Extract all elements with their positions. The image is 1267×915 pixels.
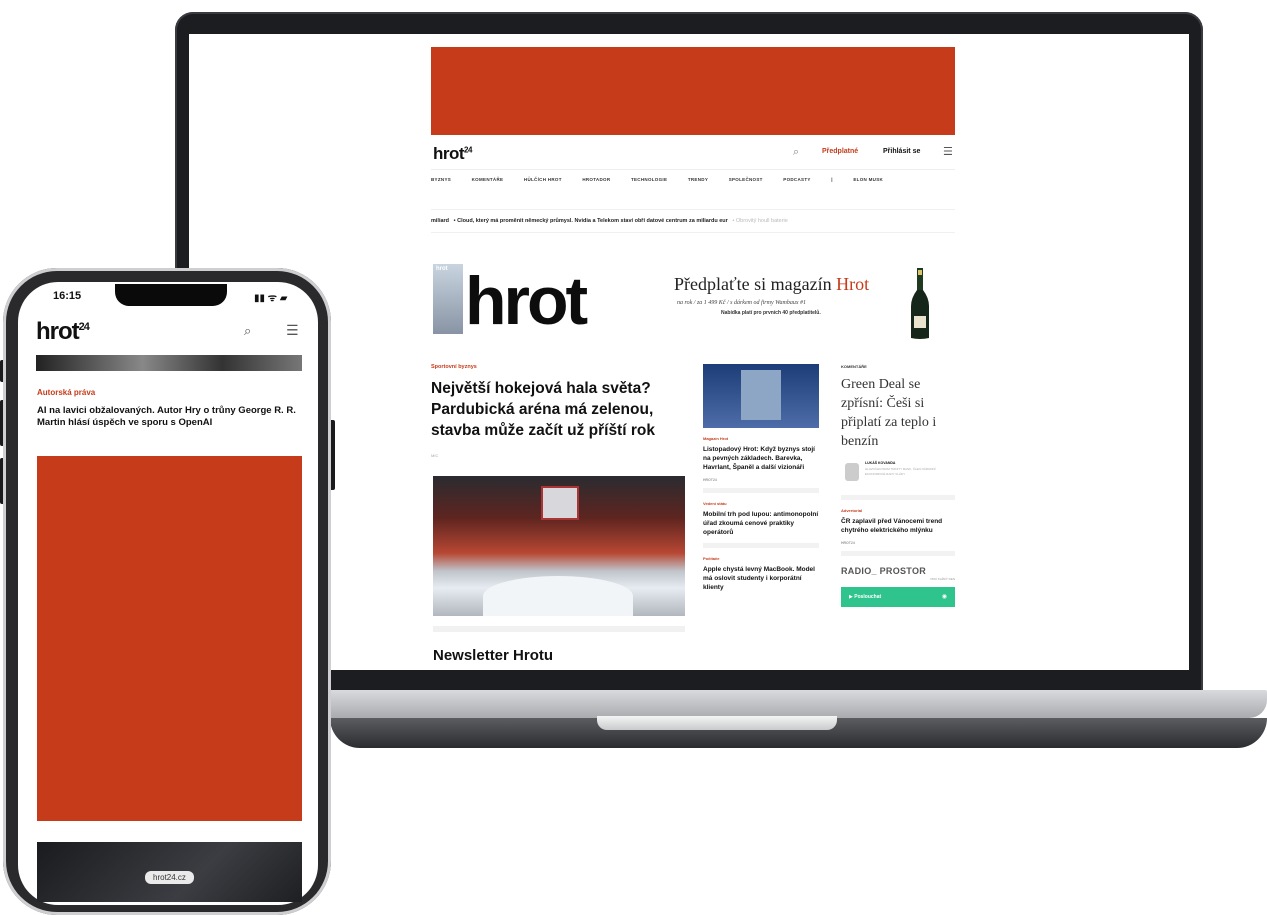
comment-headline[interactable]: Green Deal se zpřísní: Češi si připlatí … (841, 375, 955, 451)
nav-item-trendy[interactable]: TRENDY (688, 177, 708, 182)
nav-item-hulcich-hrot[interactable]: HŮLČÍCH HROT (524, 177, 562, 182)
phone-site-logo[interactable]: hrot24 (36, 318, 90, 346)
site-logo[interactable]: hrot24 (433, 144, 472, 164)
nav-item-technologie[interactable]: TECHNOLOGIE (631, 177, 667, 182)
nav-item-komentare[interactable]: KOMENTÁŘE (472, 177, 504, 182)
speaker-icon: ◉ (941, 594, 947, 600)
article-headline[interactable]: Listopadový Hrot: Když byznys stojí na p… (703, 445, 819, 472)
login-link[interactable]: Přihlásit se (883, 148, 920, 155)
divider (703, 543, 819, 548)
phone-article-kicker[interactable]: Autorská práva (37, 388, 95, 397)
divider (703, 488, 819, 493)
advertorial-kicker[interactable]: Advertorial (841, 508, 955, 513)
promo-offer: na rok / za 1 499 Kč / s dárkem od firmy… (677, 300, 807, 306)
author-avatar (845, 463, 859, 481)
promo-logo: hrot (465, 263, 588, 339)
author-name: LUKÁŠ KOVANDA (865, 461, 896, 465)
article-column-right: KOMENTÁŘE Green Deal se zpřísní: Češi si… (841, 364, 955, 607)
ice-rink-shape (483, 576, 633, 616)
nav-item-podcasty[interactable]: PODCASTY (783, 177, 810, 182)
radio-tagline: PRO KAŽDÝ DEN (930, 577, 955, 581)
site-header: hrot24 ⌕ Předplatné Přihlásit se ☰ (431, 135, 955, 170)
ticker-item[interactable]: • Cloud, který má proměnit německý průmy… (454, 218, 728, 224)
phone-article-headline[interactable]: AI na lavici obžalovaných. Autor Hry o t… (37, 405, 299, 429)
author-description: HLAVNÍ EKONOM TRINITY BANK, ČLEN NÁRODNÍ… (865, 467, 936, 476)
magazine-thumbnail[interactable] (703, 364, 819, 428)
subscribe-link[interactable]: Předplatné (822, 148, 858, 155)
laptop-hinge (597, 716, 837, 730)
hamburger-menu-icon[interactable]: ☰ (943, 145, 953, 158)
article-image-strip[interactable] (36, 355, 302, 371)
newsletter-title: Newsletter Hrotu (433, 647, 554, 664)
search-icon[interactable]: ⌕ (244, 323, 251, 339)
promo-title: Předplaťte si magazín Hrot (674, 274, 870, 294)
nav-item-elon-musk[interactable]: ELON MUSK (853, 177, 883, 182)
nav-item-hrotador[interactable]: HROTADOR (582, 177, 610, 182)
phone-notch (115, 284, 227, 306)
ad-banner[interactable] (431, 47, 955, 135)
website: hrot24 ⌕ Předplatné Přihlásit se ☰ BYZNY… (431, 34, 955, 670)
wine-bottle-image (911, 268, 929, 339)
main-article[interactable]: Sportovní byznys Největší hokejová hala … (431, 364, 687, 458)
author-block[interactable]: LUKÁŠ KOVANDA HLAVNÍ EKONOM TRINITY BANK… (841, 459, 955, 489)
nav-item-byznys[interactable]: BYZNYS (431, 177, 451, 182)
nav-divider: | (831, 177, 833, 182)
nav-item-spolecnost[interactable]: SPOLEČNOST (729, 177, 763, 182)
divider (433, 626, 685, 632)
search-icon[interactable]: ⌕ (793, 146, 799, 159)
status-icons: ▮▮ ᯤ ▰ (254, 293, 288, 304)
article-tag: HROT24 (703, 478, 717, 482)
article-kicker[interactable]: Vedení státu (703, 501, 819, 506)
main-nav: BYZNYS KOMENTÁŘE HŮLČÍCH HROT HROTADOR T… (431, 177, 955, 191)
article-kicker[interactable]: Počítače (703, 556, 819, 561)
hamburger-menu-icon[interactable]: ☰ (286, 322, 299, 339)
hockey-arena-image[interactable] (433, 476, 685, 616)
subscription-promo[interactable]: hrot hrot Předplaťte si magazín Hrot na … (431, 260, 955, 342)
advertorial-headline[interactable]: ČR zaplavil před Vánocemi trend chytrého… (841, 517, 955, 535)
laptop-screen: hrot24 ⌕ Předplatné Přihlásit se ☰ BYZNY… (189, 34, 1189, 670)
ticker-lead: miliard (431, 218, 450, 224)
article-column-middle: Magazín Hrot Listopadový Hrot: Když byzn… (703, 364, 819, 592)
comments-kicker[interactable]: KOMENTÁŘE (841, 364, 955, 369)
article-headline[interactable]: Mobilní trh pod lupou: antimonopolní úřa… (703, 510, 819, 537)
radio-prostor-logo[interactable]: RADIO_ PROSTOR (841, 566, 955, 576)
article-kicker[interactable]: Magazín Hrot (703, 436, 819, 441)
article-headline[interactable]: Apple chystá levný MacBook. Model má osl… (703, 565, 819, 592)
url-badge: hrot24.cz (145, 871, 194, 884)
news-ticker[interactable]: miliard • Cloud, který má proměnit němec… (431, 209, 955, 233)
promo-note: Nabídka platí pro prvních 40 předplatite… (721, 310, 821, 316)
main-article-meta: MIC (431, 453, 439, 458)
phone-ad-banner[interactable] (37, 456, 302, 821)
divider (841, 551, 955, 556)
scoreboard-shape (541, 486, 579, 520)
ticker-item-faded[interactable]: • Obrovitý houll baterie (732, 218, 787, 224)
main-article-headline[interactable]: Největší hokejová hala světa? Pardubická… (431, 378, 687, 441)
magazine-cover: hrot (433, 264, 463, 334)
radio-play-button[interactable]: ▶ Poslouchat ◉ (841, 587, 955, 607)
status-time: 16:15 (53, 290, 82, 302)
divider (841, 495, 955, 500)
main-article-kicker[interactable]: Sportovní byznys (431, 364, 687, 370)
article-tag: HROT24 (841, 541, 855, 545)
